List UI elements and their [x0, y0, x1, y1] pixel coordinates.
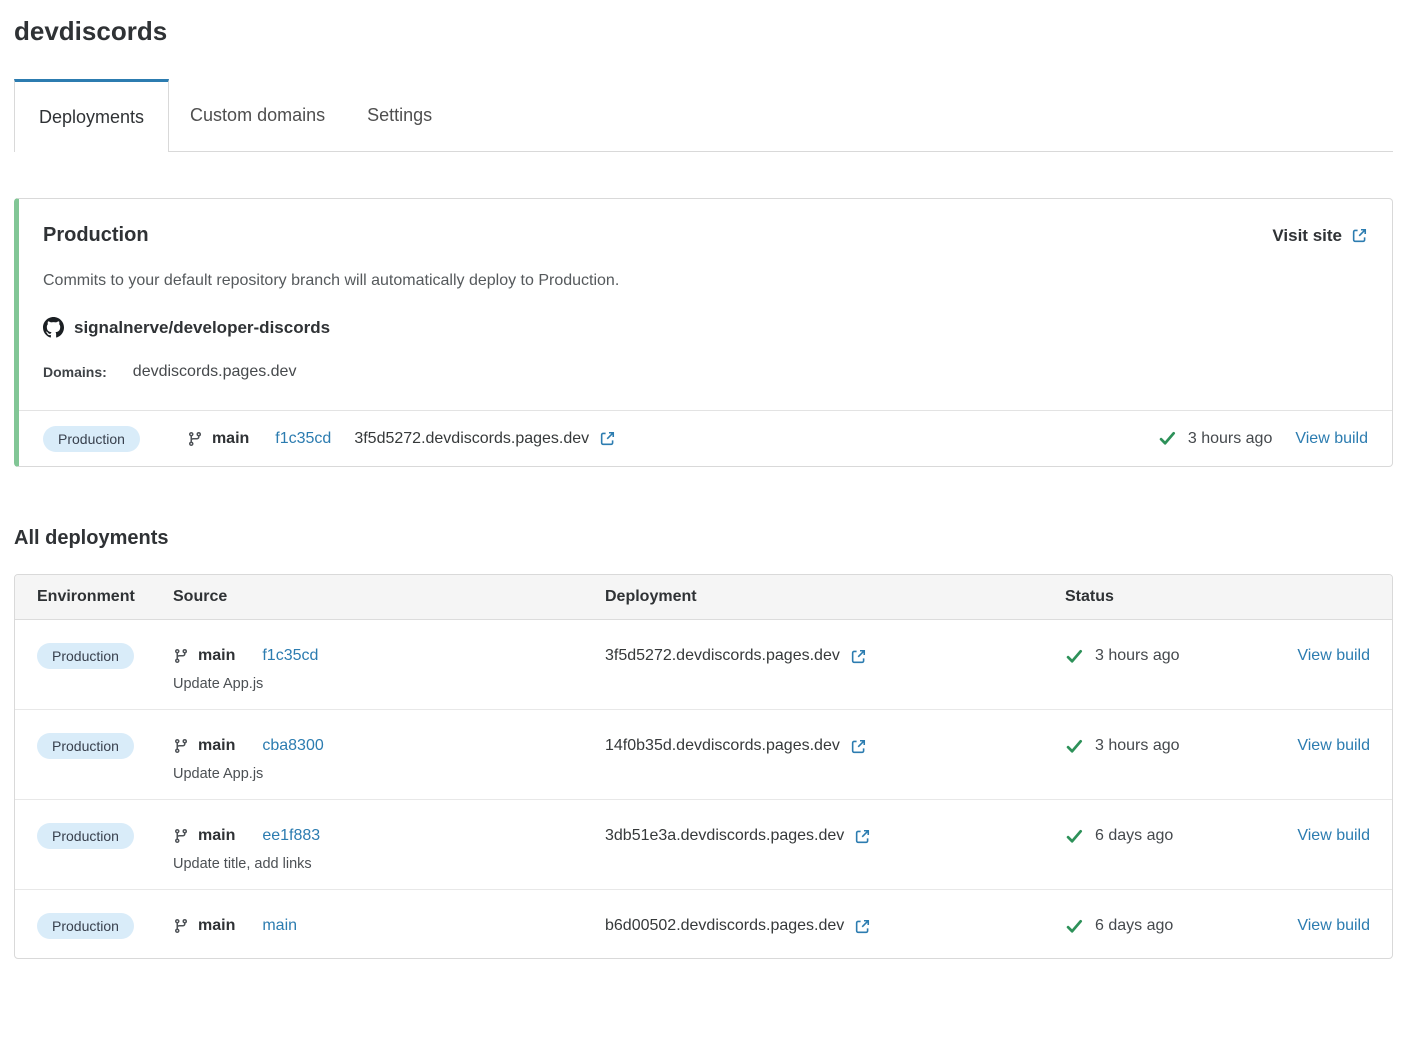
- production-deployment-row: Production main f1c35cd 3f5d5272.devdisc…: [19, 410, 1392, 466]
- status-time: 6 days ago: [1095, 827, 1173, 845]
- commit-message: Update title, add links: [173, 856, 605, 872]
- commit-link[interactable]: f1c35cd: [275, 430, 331, 448]
- tab-bar: Deployments Custom domains Settings: [14, 79, 1393, 152]
- commit-message: Update App.js: [173, 676, 605, 692]
- view-build-link[interactable]: View build: [1297, 647, 1370, 665]
- tab-settings[interactable]: Settings: [346, 79, 453, 151]
- branch-name: main: [198, 827, 235, 845]
- page-title: devdiscords: [14, 16, 1393, 47]
- tab-deployments[interactable]: Deployments: [14, 79, 169, 152]
- external-link-icon[interactable]: [854, 828, 871, 845]
- environment-badge: Production: [37, 913, 134, 939]
- external-link-icon: [1351, 227, 1368, 244]
- view-build-link[interactable]: View build: [1297, 737, 1370, 755]
- github-icon: [43, 317, 64, 338]
- column-header-status: Status: [1065, 588, 1271, 606]
- success-check-icon: [1065, 647, 1084, 666]
- environment-badge: Production: [37, 823, 134, 849]
- status-time: 6 days ago: [1095, 917, 1173, 935]
- deployment-url: 14f0b35d.devdiscords.pages.dev: [605, 737, 840, 755]
- view-build-link[interactable]: View build: [1297, 917, 1370, 935]
- table-header-row: Environment Source Deployment Status: [15, 575, 1392, 620]
- branch-name: main: [198, 917, 235, 935]
- git-branch-icon: [173, 738, 189, 754]
- column-header-source: Source: [173, 588, 605, 606]
- column-header-deployment: Deployment: [605, 588, 1065, 606]
- status-time: 3 hours ago: [1188, 430, 1273, 448]
- success-check-icon: [1065, 737, 1084, 756]
- branch-name: main: [212, 430, 249, 448]
- table-row: Production main main b6d00502.devdiscord…: [15, 890, 1392, 958]
- external-link-icon[interactable]: [599, 430, 616, 447]
- environment-badge: Production: [37, 643, 134, 669]
- status-time: 3 hours ago: [1095, 737, 1180, 755]
- environment-badge: Production: [43, 426, 140, 452]
- tab-custom-domains[interactable]: Custom domains: [169, 79, 346, 151]
- table-row: Production main cba8300 Update App.js 14…: [15, 710, 1392, 800]
- git-branch-icon: [187, 431, 203, 447]
- commit-message: Update App.js: [173, 766, 605, 782]
- branch-name: main: [198, 647, 235, 665]
- production-card-title: Production: [43, 224, 149, 247]
- visit-site-link[interactable]: Visit site: [1272, 226, 1368, 246]
- production-description: Commits to your default repository branc…: [43, 272, 1368, 290]
- external-link-icon[interactable]: [850, 738, 867, 755]
- commit-link[interactable]: cba8300: [262, 737, 323, 755]
- commit-link[interactable]: f1c35cd: [262, 647, 318, 665]
- deployments-table: Environment Source Deployment Status Pro…: [14, 574, 1393, 959]
- visit-site-label: Visit site: [1272, 226, 1342, 246]
- deployment-url: 3db51e3a.devdiscords.pages.dev: [605, 827, 844, 845]
- success-check-icon: [1158, 429, 1177, 448]
- domains-value: devdiscords.pages.dev: [133, 363, 297, 381]
- git-branch-icon: [173, 918, 189, 934]
- view-build-link[interactable]: View build: [1295, 430, 1368, 448]
- git-branch-icon: [173, 828, 189, 844]
- deployment-url: b6d00502.devdiscords.pages.dev: [605, 917, 844, 935]
- commit-link[interactable]: ee1f883: [262, 827, 320, 845]
- branch-name: main: [198, 737, 235, 755]
- production-card: Production Visit site Commits to your de…: [14, 198, 1393, 467]
- success-check-icon: [1065, 917, 1084, 936]
- deployment-url: 3f5d5272.devdiscords.pages.dev: [605, 647, 840, 665]
- success-check-icon: [1065, 827, 1084, 846]
- status-time: 3 hours ago: [1095, 647, 1180, 665]
- external-link-icon[interactable]: [850, 648, 867, 665]
- table-row: Production main ee1f883 Update title, ad…: [15, 800, 1392, 890]
- external-link-icon[interactable]: [854, 918, 871, 935]
- git-branch-icon: [173, 648, 189, 664]
- view-build-link[interactable]: View build: [1297, 827, 1370, 845]
- commit-link[interactable]: main: [262, 917, 297, 935]
- domains-label: Domains:: [43, 364, 107, 380]
- repo-name: signalnerve/developer-discords: [74, 318, 330, 338]
- deployment-url: 3f5d5272.devdiscords.pages.dev: [354, 430, 589, 448]
- column-header-environment: Environment: [37, 588, 173, 606]
- all-deployments-title: All deployments: [14, 527, 1393, 550]
- table-row: Production main f1c35cd Update App.js 3f…: [15, 620, 1392, 710]
- environment-badge: Production: [37, 733, 134, 759]
